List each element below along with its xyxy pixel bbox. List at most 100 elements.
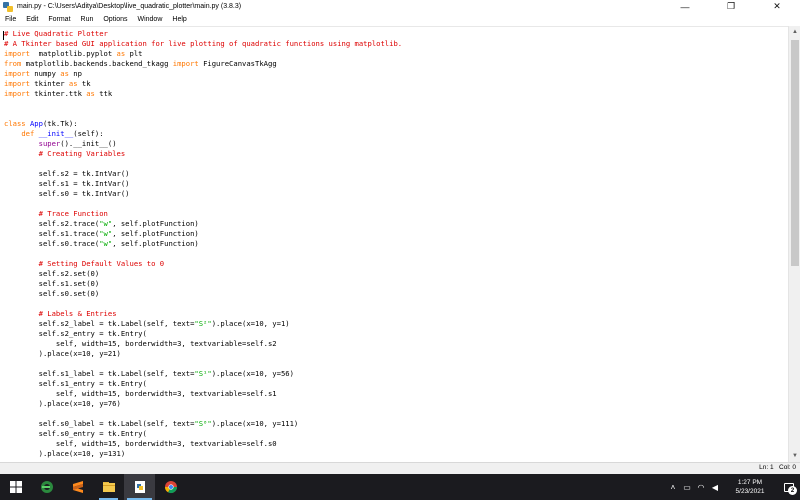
code-token: __init__ [34,129,74,138]
menu-run[interactable]: Run [76,13,99,26]
code-token: self.s0_label = tk.Label(self, text= [4,419,195,428]
code-line[interactable]: ).place(x=10, y=76) [4,399,402,409]
code-line[interactable]: from matplotlib.backends.backend_tkagg i… [4,59,402,69]
code-line[interactable] [4,109,402,119]
code-line[interactable]: self.s0 = tk.IntVar() [4,189,402,199]
code-line[interactable]: self.s1_label = tk.Label(self, text="S¹"… [4,369,402,379]
code-line[interactable] [4,359,402,369]
code-line[interactable]: self.s0_label = tk.Label(self, text="S⁰"… [4,419,402,429]
code-line[interactable] [4,249,402,259]
code-line[interactable]: # Creating Variables [4,149,402,159]
start-button[interactable] [0,474,31,500]
code-token: from [4,59,22,68]
file-explorer-icon [102,482,115,492]
code-editor[interactable]: # Live Quadratic Plotter # A Tkinter base… [0,26,788,462]
code-line[interactable]: import matplotlib.pyplot as plt [4,49,402,59]
python-icon [3,1,13,12]
clock[interactable]: 1:27 PM 5/23/2021 [722,474,778,500]
code-line[interactable]: self.s0_entry = tk.Entry( [4,429,402,439]
menu-edit[interactable]: Edit [21,13,43,26]
code-line[interactable]: import numpy as np [4,69,402,79]
code-token: as [86,89,95,98]
code-line[interactable]: def __init__(self): [4,129,402,139]
code-token: self.s2_entry = tk.Entry( [4,329,147,338]
menu-format[interactable]: Format [43,13,75,26]
code-line[interactable]: # Live Quadratic Plotter [2,29,402,40]
taskbar-file-explorer[interactable] [93,474,124,500]
code-token: tkinter.ttk [29,89,87,98]
code-line[interactable]: self.s1 = tk.IntVar() [4,179,402,189]
menu-file[interactable]: File [0,13,21,26]
code-line[interactable] [4,299,402,309]
code-token: self.s2 = tk.IntVar() [4,169,130,178]
code-line[interactable]: import tkinter as tk [4,79,402,89]
code-token: "w" [99,219,113,228]
code-line[interactable]: super().__init__() [4,139,402,149]
code-line[interactable]: ).place(x=10, y=131) [4,449,402,459]
chevron-up-icon[interactable]: ˄ [666,474,680,500]
code-line[interactable]: import tkinter.ttk as ttk [4,89,402,99]
code-line[interactable]: self.s2_entry = tk.Entry( [4,329,402,339]
scrollbar-thumb[interactable] [791,40,799,266]
code-token: , self.plotFunction) [112,239,199,248]
clock-date: 5/23/2021 [735,488,765,495]
code-token: import [4,79,30,88]
code-line[interactable]: self.s1.trace("w", self.plotFunction) [4,229,402,239]
code-token: tk [77,79,91,88]
notification-count: 2 [788,486,797,495]
code-line[interactable]: self.s0.trace("w", self.plotFunction) [4,239,402,249]
code-line[interactable]: # A Tkinter based GUI application for li… [4,39,402,49]
scroll-down-icon[interactable]: ▼ [789,450,800,462]
code-token: self.s2.trace( [4,219,100,228]
notification-button[interactable]: 2 [778,474,800,500]
code-line[interactable]: self.s2.trace("w", self.plotFunction) [4,219,402,229]
code-text[interactable]: # Live Quadratic Plotter # A Tkinter base… [2,29,402,459]
code-line[interactable] [4,199,402,209]
code-line[interactable]: self, width=15, borderwidth=3, textvaria… [4,339,402,349]
code-token: self.s1_label = tk.Label(self, text= [4,369,195,378]
code-line[interactable]: self.s0.set(0) [4,289,402,299]
code-line[interactable] [4,159,402,169]
code-line[interactable]: self.s2_label = tk.Label(self, text="S²"… [4,319,402,329]
code-line[interactable]: self.s2 = tk.IntVar() [4,169,402,179]
restore-button[interactable]: ❐ [708,0,754,13]
code-token: FigureCanvasTkAgg [198,59,277,68]
code-token: as [68,79,78,88]
taskbar-chrome[interactable] [155,474,186,500]
code-line[interactable]: class App(tk.Tk): [4,119,402,129]
code-token: super [38,139,61,148]
code-line[interactable]: self, width=15, borderwidth=3, textvaria… [4,389,402,399]
wifi-icon[interactable]: ◠ [694,474,708,500]
code-line[interactable] [4,99,402,109]
code-line[interactable]: self.s2.set(0) [4,269,402,279]
code-line[interactable]: self, width=15, borderwidth=3, textvaria… [4,439,402,449]
system-tray: ˄ ▭ ◠ ◀ 1:27 PM 5/23/2021 2 [666,474,800,500]
code-line[interactable]: self.s1_entry = tk.Entry( [4,379,402,389]
taskbar-edge[interactable] [31,474,62,500]
menu-options[interactable]: Options [98,13,132,26]
scroll-up-icon[interactable]: ▲ [789,26,800,38]
minimize-button[interactable]: — [662,0,708,13]
code-token: import [4,69,30,78]
code-token: # Setting Default Values to 0 [38,259,165,268]
code-line[interactable] [4,409,402,419]
clock-time: 1:27 PM [737,479,763,486]
menu-window[interactable]: Window [132,13,167,26]
code-token: ).place(x=10, y=131) [4,449,126,458]
volume-icon[interactable]: ◀ [708,474,722,500]
code-line[interactable]: self.s1.set(0) [4,279,402,289]
close-button[interactable]: ✕ [754,0,800,13]
code-line[interactable]: # Setting Default Values to 0 [4,259,402,269]
code-token: # Labels & Entries [38,309,117,318]
code-token: "S²" [194,319,212,328]
code-line[interactable]: # Labels & Entries [4,309,402,319]
taskbar-python-idle[interactable] [124,474,155,500]
network-icon[interactable]: ▭ [680,474,694,500]
menu-help[interactable]: Help [167,13,191,26]
code-line[interactable]: # Trace Function [4,209,402,219]
taskbar-sublime[interactable] [62,474,93,500]
code-line[interactable]: ).place(x=10, y=21) [4,349,402,359]
python-idle-icon [134,481,145,493]
vertical-scrollbar[interactable]: ▲ ▼ [788,26,800,462]
